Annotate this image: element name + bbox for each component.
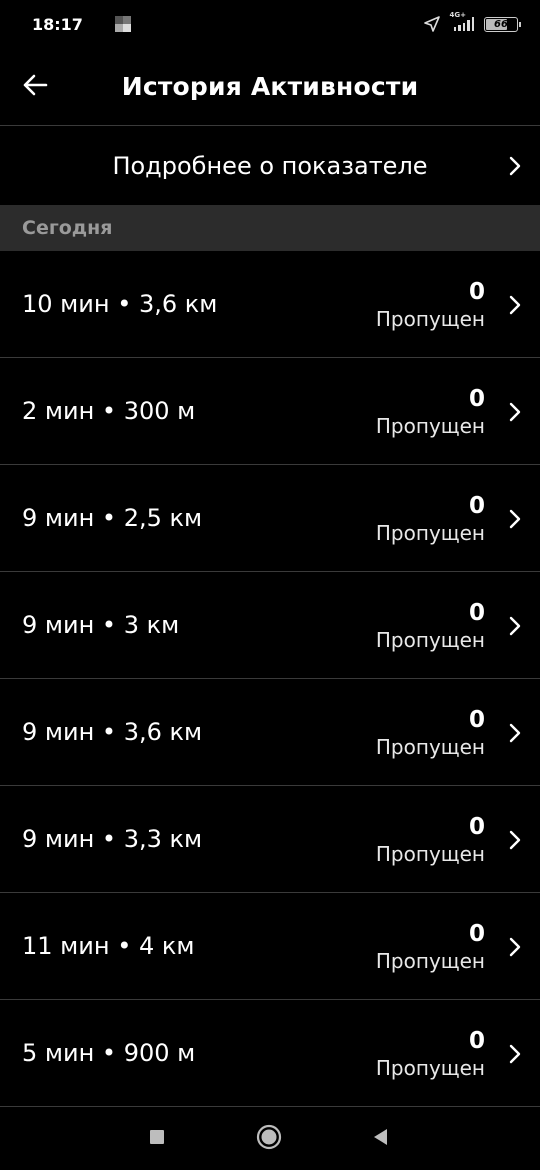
chevron-right-icon xyxy=(508,723,522,743)
activity-score: 0 xyxy=(468,386,485,412)
chevron-right-icon xyxy=(508,616,522,636)
activity-summary: 10 мин • 3,6 км xyxy=(22,290,218,318)
activity-status: Пропущен xyxy=(375,735,485,759)
indicator-details-link[interactable]: Подробнее о показателе xyxy=(0,126,540,205)
chevron-right-icon xyxy=(508,830,522,850)
activity-result: 0 Пропущен xyxy=(376,279,485,333)
activity-result: 0 Пропущен xyxy=(376,814,485,868)
activity-summary: 2 мин • 300 м xyxy=(22,397,196,425)
notification-icon xyxy=(114,16,131,32)
status-time: 18:17 xyxy=(32,14,83,34)
arrow-left-icon xyxy=(23,74,48,96)
activity-row[interactable]: 11 мин • 4 км 0 Пропущен xyxy=(0,893,540,1000)
activity-result: 0 Пропущен xyxy=(376,707,485,761)
activity-score: 0 xyxy=(468,279,485,305)
activity-status: Пропущен xyxy=(375,307,485,331)
activity-row[interactable]: 9 мин • 3,3 км 0 Пропущен xyxy=(0,786,540,893)
chevron-right-icon xyxy=(508,295,522,315)
activity-status: Пропущен xyxy=(375,628,485,652)
activity-result: 0 Пропущен xyxy=(376,600,485,654)
activity-result: 0 Пропущен xyxy=(376,493,485,547)
activity-summary: 9 мин • 3,6 км xyxy=(22,718,203,746)
activity-list: 10 мин • 3,6 км 0 Пропущен 2 мин • 300 м… xyxy=(0,251,540,1107)
back-triangle-icon[interactable] xyxy=(370,1124,390,1150)
activity-summary: 11 мин • 4 км xyxy=(22,932,195,960)
section-label: Сегодня xyxy=(22,217,113,239)
activity-score: 0 xyxy=(468,814,485,840)
activity-row[interactable]: 10 мин • 3,6 км 0 Пропущен xyxy=(0,251,540,358)
back-button[interactable] xyxy=(20,70,50,100)
activity-score: 0 xyxy=(468,707,485,733)
activity-status: Пропущен xyxy=(375,949,485,973)
activity-status: Пропущен xyxy=(375,842,485,866)
recents-square-icon[interactable] xyxy=(148,1124,166,1150)
chevron-right-icon xyxy=(508,156,522,176)
chevron-right-icon xyxy=(508,1044,522,1064)
indicator-details-label: Подробнее о показателе xyxy=(112,151,428,180)
activity-row[interactable]: 5 мин • 900 м 0 Пропущен xyxy=(0,1000,540,1107)
battery-icon: 66 xyxy=(484,16,521,32)
battery-level: 66 xyxy=(494,18,508,30)
signal-icon: 4G+ xyxy=(450,11,474,31)
activity-status: Пропущен xyxy=(375,521,485,545)
location-arrow-icon xyxy=(423,16,440,32)
activity-row[interactable]: 2 мин • 300 м 0 Пропущен xyxy=(0,358,540,465)
section-header-today: Сегодня xyxy=(0,205,540,251)
chevron-right-icon xyxy=(508,402,522,422)
network-type: 4G+ xyxy=(449,11,466,19)
home-circle-icon[interactable] xyxy=(256,1124,282,1150)
activity-row[interactable]: 9 мин • 3 км 0 Пропущен xyxy=(0,572,540,679)
activity-score: 0 xyxy=(468,1028,485,1054)
app-header: История Активности xyxy=(0,48,540,126)
activity-summary: 5 мин • 900 м xyxy=(22,1039,196,1067)
activity-score: 0 xyxy=(468,600,485,626)
status-indicators: 4G+ 66 xyxy=(423,11,521,32)
system-nav-bar xyxy=(0,1104,540,1170)
status-bar: 18:17 4G+ 66 xyxy=(0,0,540,48)
activity-summary: 9 мин • 3 км xyxy=(22,611,180,639)
activity-row[interactable]: 9 мин • 3,6 км 0 Пропущен xyxy=(0,679,540,786)
activity-result: 0 Пропущен xyxy=(376,386,485,440)
activity-row[interactable]: 9 мин • 2,5 км 0 Пропущен xyxy=(0,465,540,572)
chevron-right-icon xyxy=(508,509,522,529)
page-title: История Активности xyxy=(121,72,419,101)
activity-score: 0 xyxy=(468,493,485,519)
activity-result: 0 Пропущен xyxy=(376,1028,485,1082)
activity-status: Пропущен xyxy=(375,414,485,438)
activity-status: Пропущен xyxy=(375,1056,485,1080)
activity-result: 0 Пропущен xyxy=(376,921,485,975)
activity-summary: 9 мин • 3,3 км xyxy=(22,825,203,853)
activity-summary: 9 мин • 2,5 км xyxy=(22,504,203,532)
activity-score: 0 xyxy=(468,921,485,947)
chevron-right-icon xyxy=(508,937,522,957)
